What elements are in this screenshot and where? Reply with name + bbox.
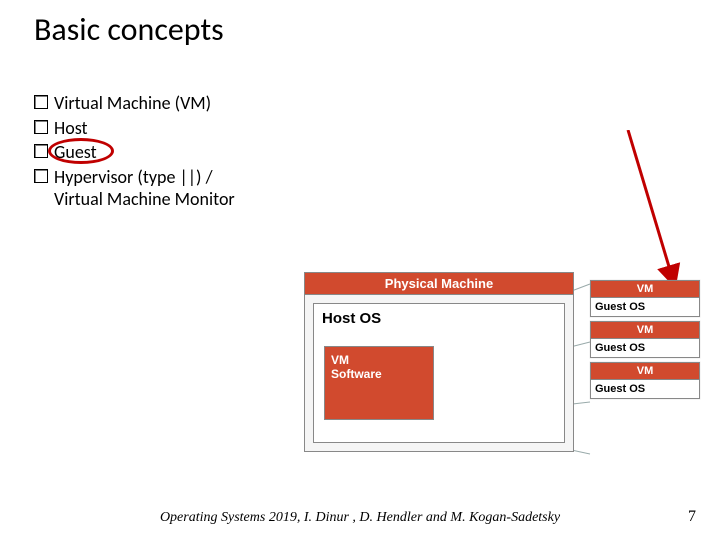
vm-box-header: VM xyxy=(591,363,699,380)
checkbox-icon xyxy=(34,169,48,183)
page-number: 7 xyxy=(688,508,696,526)
checkbox-icon xyxy=(34,95,48,109)
vm-diagram: Physical Machine Host OS VM Software VM … xyxy=(304,272,702,462)
vm-software-l2: Software xyxy=(331,367,382,381)
vm-box: VM Guest OS xyxy=(590,362,700,399)
list-item: Guest xyxy=(34,141,264,164)
list-item: Host xyxy=(34,117,264,140)
slide-title: Basic concepts xyxy=(34,10,224,49)
footer-text: Operating Systems 2019, I. Dinur , D. He… xyxy=(0,510,720,526)
vm-software-box: VM Software xyxy=(324,346,434,420)
checkbox-icon xyxy=(34,144,48,158)
slide: Basic concepts Virtual Machine (VM) Host… xyxy=(0,0,720,540)
vm-box-body: Guest OS xyxy=(591,298,699,316)
bullet-text: Virtual Machine (VM) xyxy=(54,92,211,115)
bullet-text: Host xyxy=(54,117,88,140)
physical-machine-box: Physical Machine Host OS VM Software xyxy=(304,272,574,452)
annotation-arrow-icon xyxy=(598,130,698,290)
host-os-box: Host OS VM Software xyxy=(313,303,565,443)
vm-software-l1: VM xyxy=(331,353,349,367)
vm-box: VM Guest OS xyxy=(590,321,700,358)
vm-box-header: VM xyxy=(591,281,699,298)
vm-stack: VM Guest OS VM Guest OS VM Guest OS xyxy=(590,280,700,403)
vm-box-body: Guest OS xyxy=(591,380,699,398)
host-os-label: Host OS xyxy=(314,304,564,333)
vm-box: VM Guest OS xyxy=(590,280,700,317)
checkbox-icon xyxy=(34,120,48,134)
physical-machine-header: Physical Machine xyxy=(305,273,573,295)
bullet-list: Virtual Machine (VM) Host Guest Hypervis… xyxy=(34,92,264,213)
vm-box-body: Guest OS xyxy=(591,339,699,357)
bullet-text: Hypervisor (type ||) / Virtual Machine M… xyxy=(54,166,264,211)
list-item: Virtual Machine (VM) xyxy=(34,92,264,115)
vm-box-header: VM xyxy=(591,322,699,339)
bullet-text: Guest xyxy=(54,141,97,164)
list-item: Hypervisor (type ||) / Virtual Machine M… xyxy=(34,166,264,211)
